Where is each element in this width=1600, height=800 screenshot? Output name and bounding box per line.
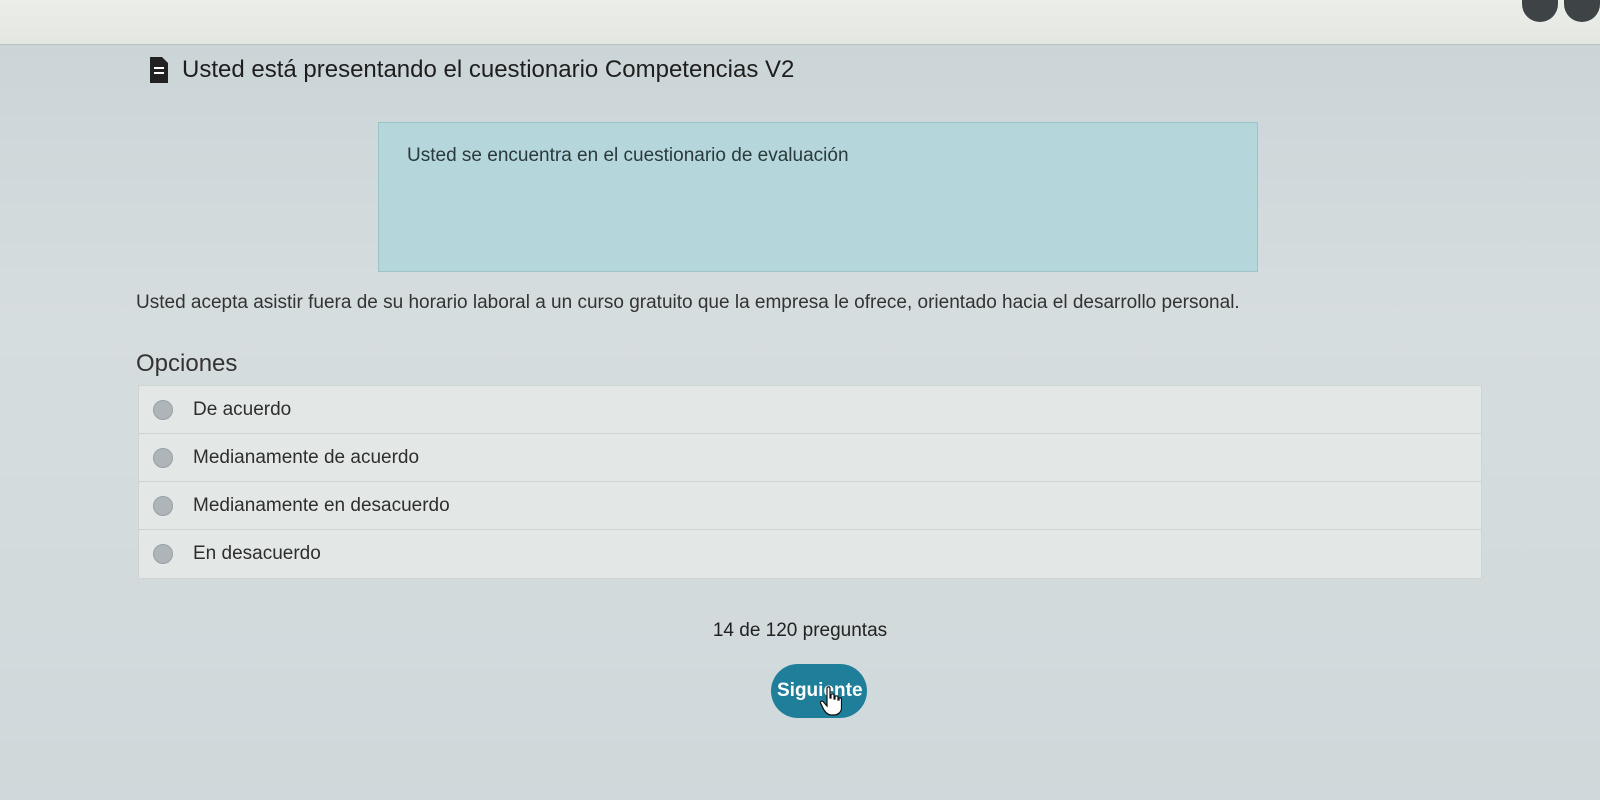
- page-title: Usted está presentando el cuestionario C…: [182, 56, 795, 83]
- option-label: En desacuerdo: [193, 543, 321, 564]
- option-en-desacuerdo[interactable]: En desacuerdo: [139, 530, 1481, 578]
- option-label: Medianamente en desacuerdo: [193, 494, 450, 516]
- option-medianamente-en-desacuerdo[interactable]: Medianamente en desacuerdo: [139, 482, 1481, 530]
- question-text: Usted acepta asistir fuera de su horario…: [136, 292, 1240, 313]
- top-icons: [1522, 0, 1600, 22]
- profile-icon[interactable]: [1564, 0, 1600, 22]
- page-header: Usted está presentando el cuestionario C…: [150, 56, 794, 84]
- radio-button[interactable]: [153, 399, 173, 420]
- extension-icon[interactable]: [1522, 0, 1558, 22]
- radio-button[interactable]: [153, 447, 173, 468]
- radio-button[interactable]: [153, 495, 173, 516]
- document-icon: [150, 57, 168, 83]
- progress-counter: 14 de 120 preguntas: [712, 620, 888, 641]
- options-list: De acuerdo Medianamente de acuerdo Media…: [138, 385, 1482, 579]
- options-heading: Opciones: [136, 350, 238, 377]
- next-button[interactable]: Siguiente: [771, 664, 867, 718]
- browser-top-bar: [0, 0, 1600, 45]
- info-alert: Usted se encuentra en el cuestionario de…: [378, 122, 1258, 272]
- hand-cursor-icon: [820, 686, 842, 716]
- alert-text: Usted se encuentra en el cuestionario de…: [407, 145, 849, 166]
- option-label: De acuerdo: [193, 398, 292, 420]
- radio-button[interactable]: [153, 544, 173, 564]
- option-de-acuerdo[interactable]: De acuerdo: [139, 386, 1481, 434]
- option-label: Medianamente de acuerdo: [193, 446, 420, 468]
- option-medianamente-de-acuerdo[interactable]: Medianamente de acuerdo: [139, 434, 1481, 482]
